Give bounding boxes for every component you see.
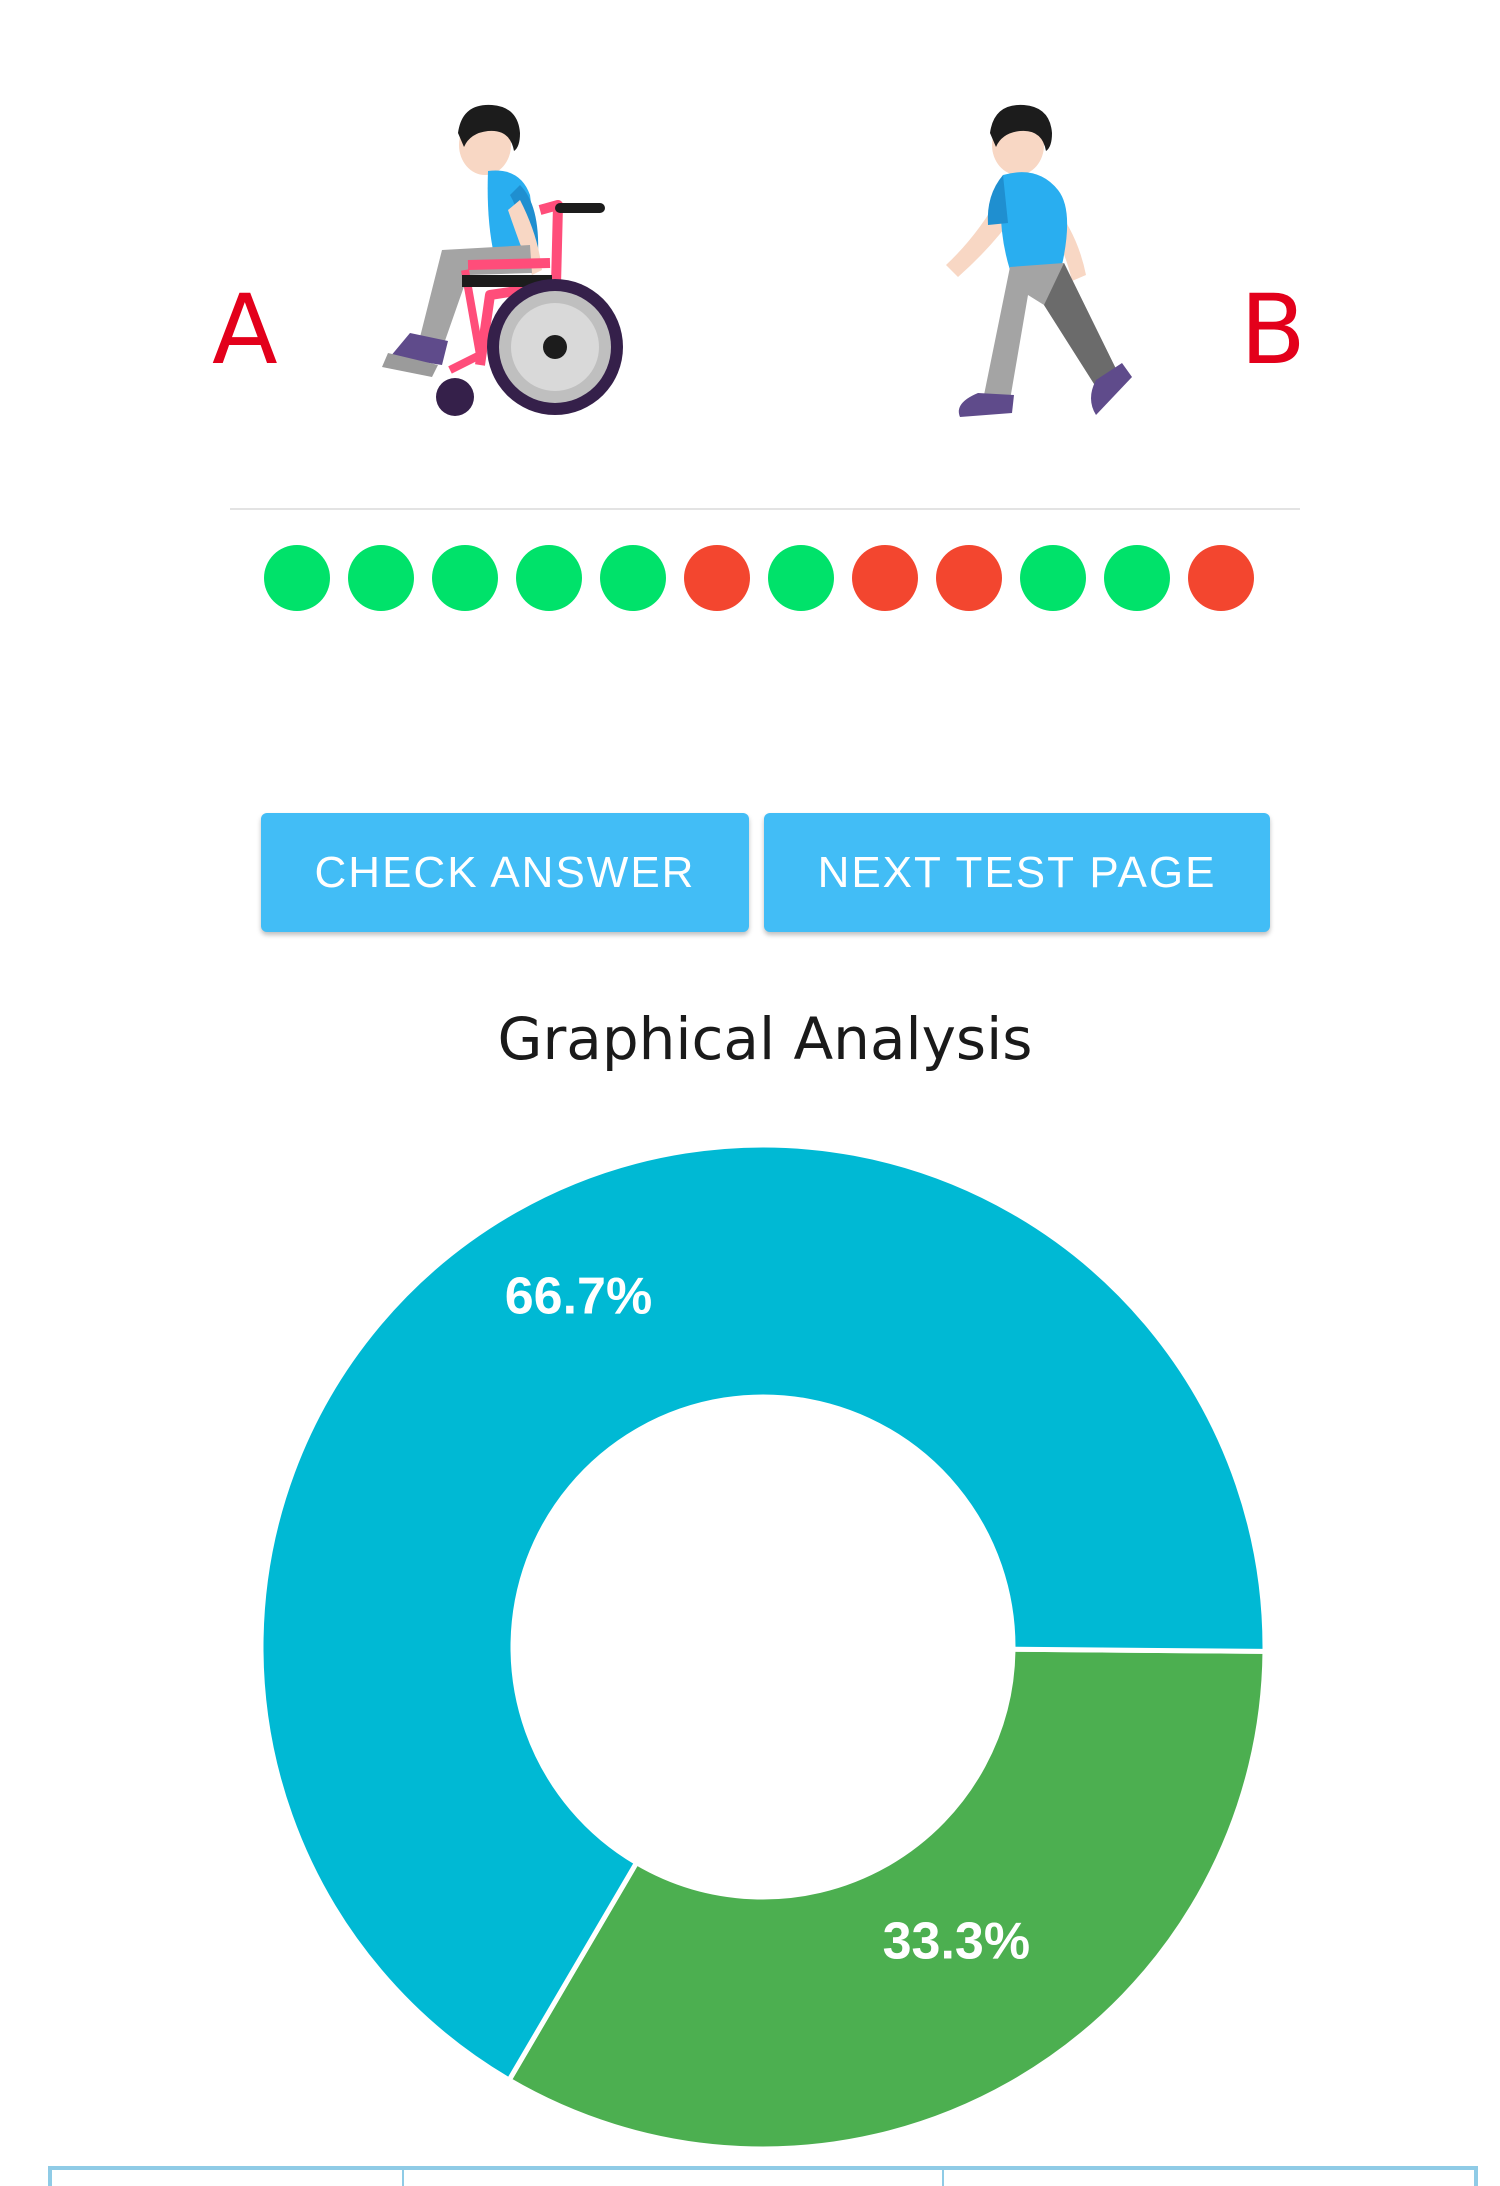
donut-chart: 33.3% 66.7% [258, 1142, 1268, 2152]
results-table-edge [48, 2166, 1478, 2186]
test-page: A B CHECK ANSWER NEXT TEST PAGE Graphica… [0, 0, 1500, 2186]
slice-label: 66.7% [505, 1268, 652, 1326]
slice-label: 33.3% [883, 1912, 1030, 1970]
donut-slice[interactable] [505, 1646, 1268, 2152]
